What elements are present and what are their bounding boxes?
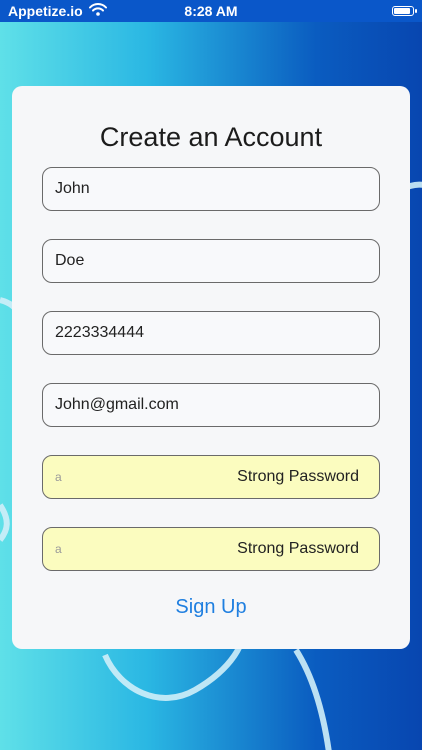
battery-icon — [392, 6, 417, 16]
last-name-field[interactable]: Doe — [42, 239, 380, 283]
confirm-password-field[interactable]: a Strong Password — [42, 527, 380, 571]
app-screen: Appetize.io 8:28 AM Create an Account Jo… — [0, 0, 422, 750]
last-name-value: Doe — [55, 252, 85, 269]
first-name-field[interactable]: John — [42, 167, 380, 211]
wifi-icon — [88, 3, 107, 19]
email-field[interactable]: John@gmail.com — [42, 383, 380, 427]
page-title: Create an Account — [99, 122, 323, 152]
phone-field[interactable]: 2223334444 — [42, 311, 380, 355]
phone-value: 2223334444 — [55, 324, 144, 341]
password-field[interactable]: a Strong Password — [42, 455, 380, 499]
battery-level — [394, 8, 410, 14]
sign-up-button[interactable]: Sign Up — [0, 594, 422, 620]
first-name-value: John — [55, 180, 90, 197]
email-value: John@gmail.com — [55, 396, 179, 413]
carrier-label: Appetize.io — [8, 3, 83, 19]
strong-password-label: Strong Password — [237, 540, 359, 557]
strong-password-label: Strong Password — [237, 468, 359, 485]
confirm-password-masked-text: a — [55, 542, 62, 556]
password-masked-text: a — [55, 470, 62, 484]
status-bar: Appetize.io 8:28 AM — [0, 0, 422, 22]
